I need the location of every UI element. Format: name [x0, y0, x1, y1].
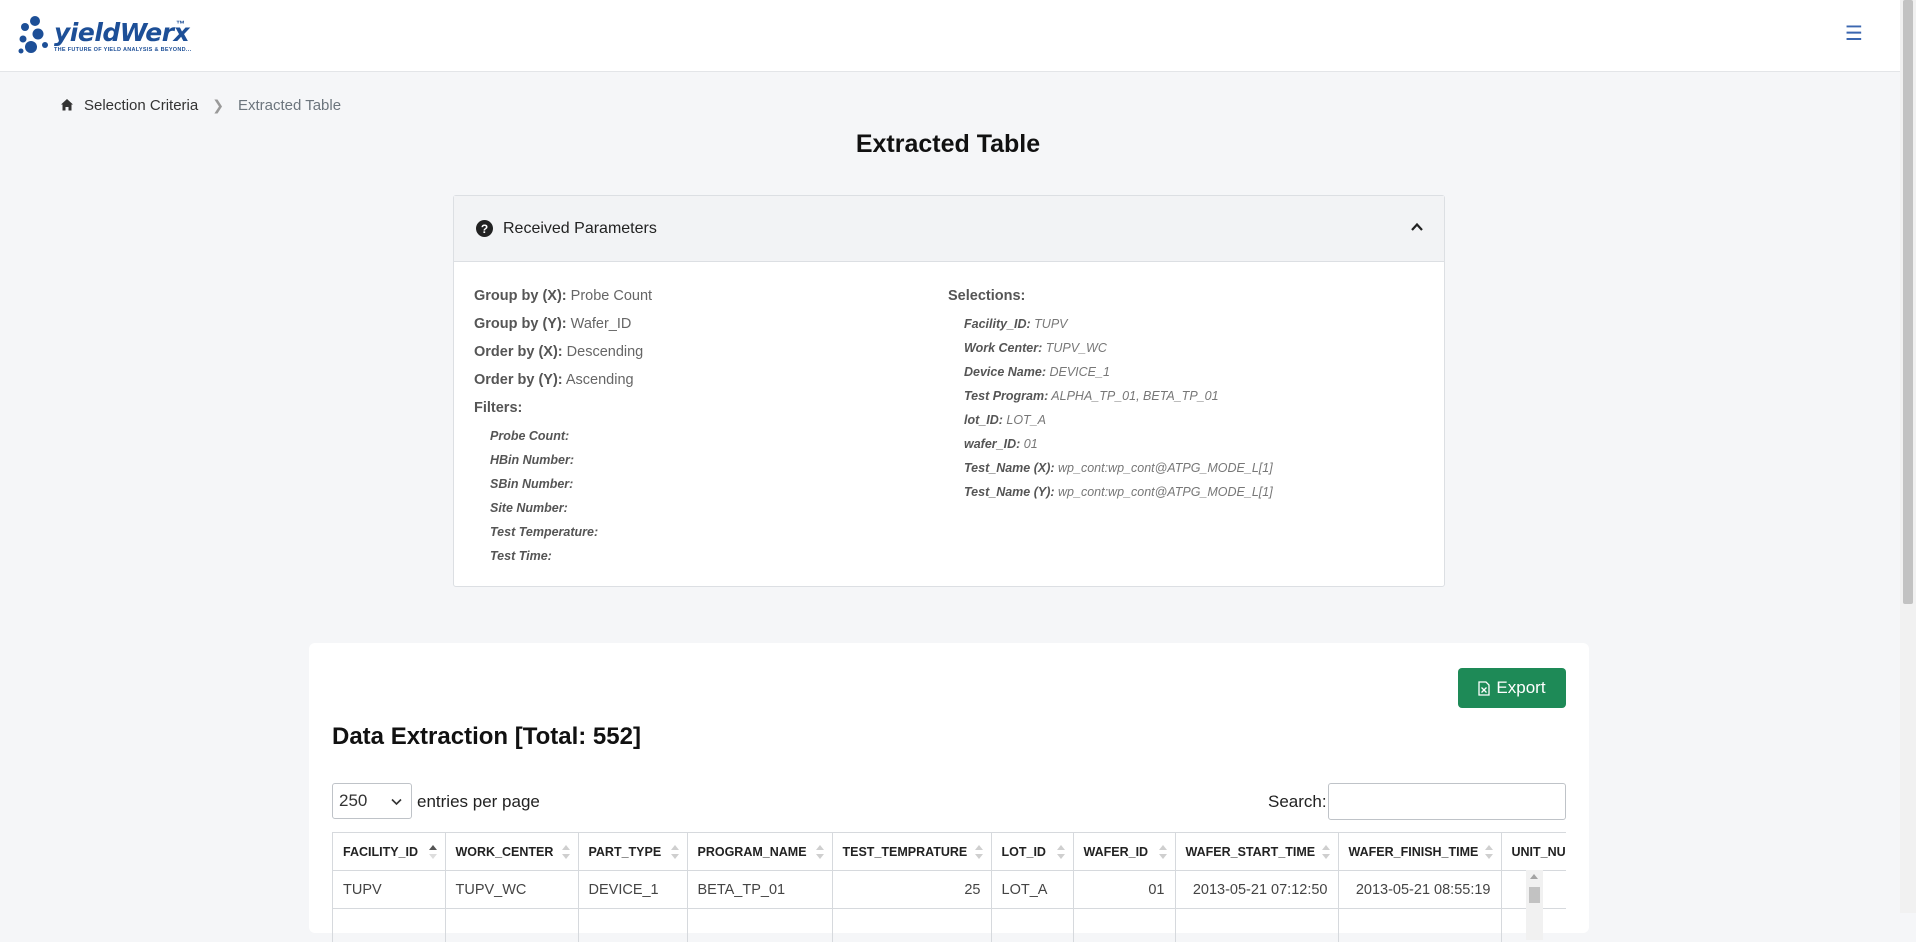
page-title: Extracted Table	[0, 130, 1896, 159]
received-parameters-header[interactable]: ? Received Parameters	[454, 196, 1444, 262]
chevron-down-icon	[390, 795, 403, 808]
selection-device-name: Device Name: DEVICE_1	[948, 360, 1428, 384]
top-navbar: yieldWerx ™ THE FUTURE OF YIELD ANALYSIS…	[0, 0, 1900, 72]
selection-test-name-x: Test_Name (X): wp_cont:wp_cont@ATPG_MODE…	[948, 456, 1428, 480]
home-icon[interactable]	[60, 98, 74, 112]
table-row: TUPV TUPV_WC DEVICE_1 BETA_TP_01 25 LOT_…	[333, 871, 1566, 909]
cell-work-center: TUPV_WC	[445, 871, 578, 909]
entries-per-page-label: entries per page	[417, 792, 540, 812]
col-work-center[interactable]: WORK_CENTER	[445, 833, 578, 871]
selection-work-center: Work Center: TUPV_WC	[948, 336, 1428, 360]
sort-icon	[671, 845, 679, 859]
export-button[interactable]: Export	[1458, 668, 1566, 708]
order-by-x: Order by (X): Descending	[474, 338, 924, 366]
logo-tagline: THE FUTURE OF YIELD ANALYSIS & BEYOND...	[54, 47, 191, 53]
entries-per-page-value: 250	[339, 791, 367, 811]
hamburger-icon[interactable]: ☰	[1844, 22, 1864, 46]
sort-icon	[816, 845, 824, 859]
sort-icon	[975, 845, 983, 859]
cell-test-temprature: 25	[832, 871, 991, 909]
data-extraction-card: Export Data Extraction [Total: 552] 250 …	[309, 643, 1589, 933]
filter-sbin-number: SBin Number:	[474, 472, 924, 496]
data-table: FACILITY_ID WORK_CENTER PART_TYPE PROGRA…	[333, 832, 1566, 942]
cell-lot-id: LOT_A	[991, 871, 1073, 909]
sort-icon	[1322, 845, 1330, 859]
cell-wafer-finish-time: 2013-05-21 08:55:19	[1338, 871, 1501, 909]
chevron-up-icon[interactable]	[1410, 220, 1424, 234]
page-scrollbar[interactable]	[1900, 0, 1916, 913]
filters-heading: Filters:	[474, 394, 924, 422]
selection-wafer-id: wafer_ID: 01	[948, 432, 1428, 456]
received-parameters-card: ? Received Parameters Group by (X): Prob…	[453, 195, 1445, 587]
breadcrumb-extracted-table: Extracted Table	[238, 97, 341, 114]
selection-test-program: Test Program: ALPHA_TP_01, BETA_TP_01	[948, 384, 1428, 408]
cell-wafer-id: 01	[1073, 871, 1175, 909]
sort-icon	[562, 845, 570, 859]
sort-icon	[1485, 845, 1493, 859]
col-facility-id[interactable]: FACILITY_ID	[333, 833, 445, 871]
col-unit-number[interactable]: UNIT_NUMBER	[1501, 833, 1566, 871]
col-test-temprature[interactable]: TEST_TEMPRATURE	[832, 833, 991, 871]
col-program-name[interactable]: PROGRAM_NAME	[687, 833, 832, 871]
filter-probe-count: Probe Count:	[474, 424, 924, 448]
col-lot-id[interactable]: LOT_ID	[991, 833, 1073, 871]
table-header-row: FACILITY_ID WORK_CENTER PART_TYPE PROGRA…	[333, 833, 1566, 871]
breadcrumb: Selection Criteria ❯ Extracted Table	[60, 94, 341, 116]
filters-list: Probe Count: HBin Number: SBin Number: S…	[474, 424, 924, 568]
logo-dots-icon	[16, 14, 52, 58]
selections-list: Facility_ID: TUPV Work Center: TUPV_WC D…	[948, 312, 1428, 504]
question-circle-icon: ?	[476, 220, 493, 237]
col-wafer-start-time[interactable]: WAFER_START_TIME	[1175, 833, 1338, 871]
data-table-wrapper: FACILITY_ID WORK_CENTER PART_TYPE PROGRA…	[332, 832, 1566, 942]
sort-icon	[1057, 845, 1065, 859]
params-right-column: Selections: Facility_ID: TUPV Work Cente…	[948, 282, 1428, 504]
col-part-type[interactable]: PART_TYPE	[578, 833, 687, 871]
search-label: Search:	[1268, 792, 1327, 812]
breadcrumb-selection-criteria[interactable]: Selection Criteria	[84, 97, 198, 114]
cell-program-name: BETA_TP_01	[687, 871, 832, 909]
filter-site-number: Site Number:	[474, 496, 924, 520]
cell-facility-id: TUPV	[333, 871, 445, 909]
export-label: Export	[1496, 678, 1545, 698]
table-scrollbar-thumb[interactable]	[1529, 887, 1540, 903]
table-scrollbar[interactable]	[1526, 870, 1543, 940]
selection-lot-id: lot_ID: LOT_A	[948, 408, 1428, 432]
filter-hbin-number: HBin Number:	[474, 448, 924, 472]
yieldwerx-logo[interactable]: yieldWerx ™ THE FUTURE OF YIELD ANALYSIS…	[16, 14, 191, 59]
logo-wordmark: yieldWerx	[54, 18, 189, 47]
cell-wafer-start-time: 2013-05-21 07:12:50	[1175, 871, 1338, 909]
selection-test-name-y: Test_Name (Y): wp_cont:wp_cont@ATPG_MODE…	[948, 480, 1428, 504]
search-input[interactable]	[1328, 783, 1566, 820]
cell-part-type: DEVICE_1	[578, 871, 687, 909]
filter-test-temperature: Test Temperature:	[474, 520, 924, 544]
entries-per-page-select[interactable]: 250	[332, 783, 412, 819]
filter-test-time: Test Time:	[474, 544, 924, 568]
group-by-y: Group by (Y): Wafer_ID	[474, 310, 924, 338]
col-wafer-id[interactable]: WAFER_ID	[1073, 833, 1175, 871]
page-scrollbar-thumb[interactable]	[1903, 0, 1913, 604]
scroll-up-arrow-icon[interactable]	[1530, 874, 1538, 879]
data-extraction-title: Data Extraction [Total: 552]	[332, 723, 641, 751]
group-by-x: Group by (X): Probe Count	[474, 282, 924, 310]
order-by-y: Order by (Y): Ascending	[474, 366, 924, 394]
chevron-right-icon: ❯	[212, 97, 224, 114]
sort-ascending-icon	[429, 845, 437, 859]
file-export-icon	[1478, 681, 1490, 696]
params-left-column: Group by (X): Probe Count Group by (Y): …	[474, 282, 924, 568]
received-parameters-title: Received Parameters	[503, 220, 657, 238]
table-row	[333, 909, 1566, 942]
selection-facility-id: Facility_ID: TUPV	[948, 312, 1428, 336]
selections-heading: Selections:	[948, 282, 1428, 310]
col-wafer-finish-time[interactable]: WAFER_FINISH_TIME	[1338, 833, 1501, 871]
logo-trademark: ™	[176, 19, 185, 29]
sort-icon	[1159, 845, 1167, 859]
